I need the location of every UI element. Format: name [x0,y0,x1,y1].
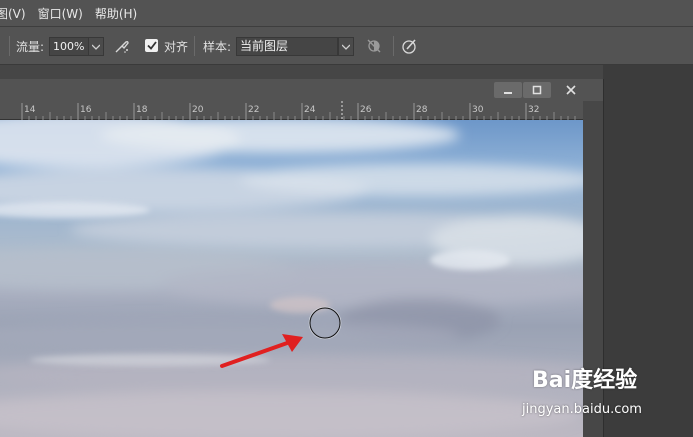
sample-label: 样本: [203,39,232,54]
separator [9,36,10,56]
menu-help[interactable]: 帮助(H) [95,5,137,22]
watermark-logo: Bai度经验 [532,368,638,393]
close-button[interactable] [557,82,585,98]
ruler-tick-label: 16 [80,105,92,115]
baidu-watermark: Bai度经验 jingyan.baidu.com [522,362,682,432]
separator [194,36,195,56]
flow-label: 流量: [16,39,45,54]
flow-input[interactable]: 100% [49,37,89,56]
ruler-tick-label: 20 [192,105,204,115]
ruler-tick-label: 14 [24,105,36,115]
sample-select[interactable]: 当前图层 [236,37,338,56]
align-label: 对齐 [164,39,189,54]
ruler-tick-label: 32 [528,105,539,115]
chevron-down-icon [342,44,350,50]
airbrush-icon [115,40,129,53]
sample-dropdown-button[interactable] [338,37,354,56]
pressure-size-button[interactable] [400,36,420,56]
minimize-button[interactable] [494,82,522,98]
airbrush-button[interactable] [112,36,132,56]
options-bar: 流量: 100% 对齐 样本: 当前图层 [0,26,693,65]
menu-view[interactable]: 图(V) [0,5,26,22]
chevron-down-icon [92,44,100,50]
watermark-url: jingyan.baidu.com [522,402,642,417]
pressure-size-icon [402,39,416,54]
ruler-tick-label: 22 [248,105,259,115]
ruler-tick-label: 26 [360,105,372,115]
flow-dropdown-button[interactable] [88,37,104,56]
maximize-icon [532,85,542,95]
horizontal-ruler: 14 16 18 20 22 24 26 28 30 32 [0,101,583,120]
sky-image [0,120,583,437]
minimize-icon [504,92,512,94]
align-checkbox[interactable] [145,39,158,52]
cloud-layer [0,120,583,437]
menu-bar: 图(V) 窗口(W) 帮助(H) [0,0,693,26]
maximize-button[interactable] [523,82,551,98]
ruler-ticks: 14 16 18 20 22 24 26 28 30 32 [21,101,576,120]
ignore-adjustment-layers-button[interactable] [364,36,384,56]
ruler-tick-label: 18 [136,105,148,115]
document-title-bar[interactable] [0,79,603,101]
ruler-tick-label: 28 [416,105,428,115]
close-icon [566,85,576,95]
image-canvas[interactable] [0,120,583,437]
ruler-tick-label: 30 [472,105,484,115]
checkmark-icon [146,41,157,50]
menu-window[interactable]: 窗口(W) [38,5,83,22]
separator [393,36,394,56]
ruler-tick-label: 24 [304,105,316,115]
document-window: 14 16 18 20 22 24 26 28 30 32 [0,79,604,437]
ignore-adjustment-layers-icon [367,39,381,53]
